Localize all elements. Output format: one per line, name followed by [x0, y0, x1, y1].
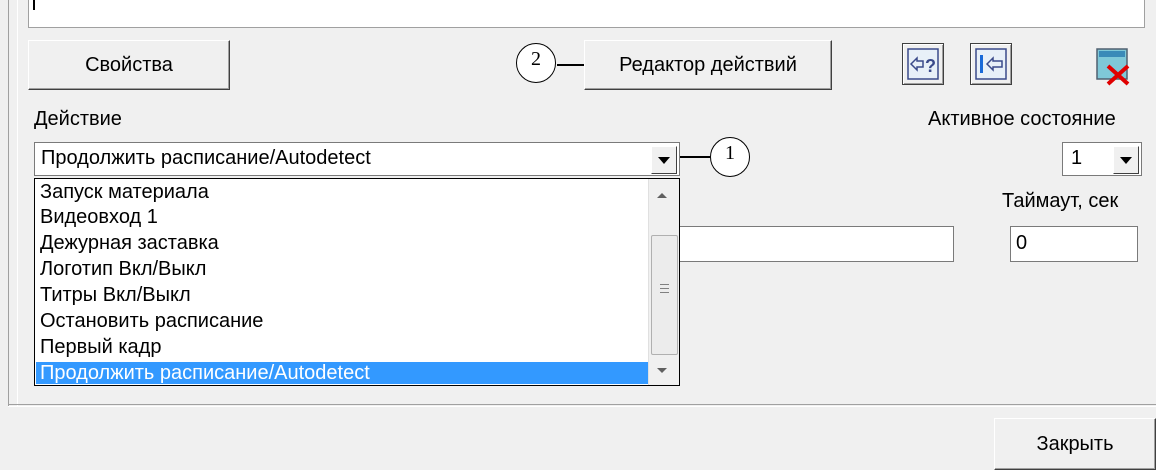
- timeout-field[interactable]: 0: [1010, 226, 1138, 262]
- grip-line: [660, 292, 669, 293]
- active-state-label: Активное состояние: [928, 108, 1116, 130]
- action-label: Действие: [34, 108, 122, 130]
- exit-button[interactable]: [970, 43, 1012, 85]
- svg-text:?: ?: [925, 56, 936, 76]
- active-state-dropdown-button[interactable]: [1113, 146, 1139, 174]
- callout-2-line: [557, 64, 585, 66]
- dialog-frame-left: [8, 0, 18, 406]
- action-editor-button[interactable]: Редактор действий: [584, 40, 832, 90]
- help-button[interactable]: ?: [902, 43, 944, 85]
- active-state-value: 1: [1071, 147, 1083, 169]
- action-combobox-value: Продолжить расписание/Autodetect: [41, 147, 371, 169]
- callout-1-label: 1: [725, 142, 735, 164]
- callout-1: 1: [710, 137, 750, 177]
- list-item[interactable]: Видеовход 1: [40, 206, 158, 228]
- chevron-down-icon: [1120, 156, 1132, 164]
- exit-arrow-icon: [975, 48, 1007, 80]
- text-cursor: [33, 0, 35, 10]
- top-text-field[interactable]: [28, 0, 1145, 28]
- list-scrollbar[interactable]: [648, 179, 679, 385]
- timeout-value: 0: [1016, 232, 1028, 254]
- delete-button[interactable]: [1094, 46, 1134, 86]
- help-arrow-icon: ?: [907, 48, 939, 80]
- list-item[interactable]: Первый кадр: [40, 336, 161, 358]
- list-item[interactable]: Дежурная заставка: [40, 232, 219, 254]
- action-combobox[interactable]: Продолжить расписание/Autodetect: [34, 142, 680, 176]
- action-editor-button-label: Редактор действий: [619, 53, 797, 76]
- scroll-down-icon[interactable]: [657, 368, 667, 373]
- scroll-thumb[interactable]: [651, 235, 678, 355]
- callout-2: 2: [516, 43, 556, 83]
- hidden-text-field[interactable]: [672, 226, 954, 262]
- properties-button[interactable]: Свойства: [28, 40, 230, 90]
- list-item[interactable]: Логотип Вкл/Выкл: [40, 258, 206, 280]
- list-item[interactable]: Запуск материала: [40, 181, 209, 203]
- callout-2-label: 2: [531, 48, 541, 70]
- delete-red-x-icon: [1096, 48, 1130, 86]
- grip-line: [660, 288, 669, 289]
- action-dropdown-button[interactable]: [651, 146, 677, 174]
- list-item[interactable]: Титры Вкл/Выкл: [40, 284, 191, 306]
- list-item-selected[interactable]: Продолжить расписание/Autodetect: [36, 362, 650, 384]
- chevron-down-icon: [658, 156, 670, 164]
- grip-line: [660, 284, 669, 285]
- dialog-frame-bottom: [8, 404, 1156, 407]
- close-button-label: Закрыть: [1036, 432, 1114, 455]
- action-dropdown-list[interactable]: Запуск материала Видеовход 1 Дежурная за…: [34, 178, 680, 386]
- close-button[interactable]: Закрыть: [994, 418, 1156, 470]
- timeout-label: Таймаут, сек: [1002, 190, 1119, 212]
- list-item[interactable]: Остановить расписание: [40, 310, 263, 332]
- scroll-up-icon[interactable]: [657, 193, 667, 198]
- properties-button-label: Свойства: [85, 53, 173, 76]
- active-state-combobox[interactable]: 1: [1062, 142, 1142, 176]
- callout-1-line: [680, 156, 710, 158]
